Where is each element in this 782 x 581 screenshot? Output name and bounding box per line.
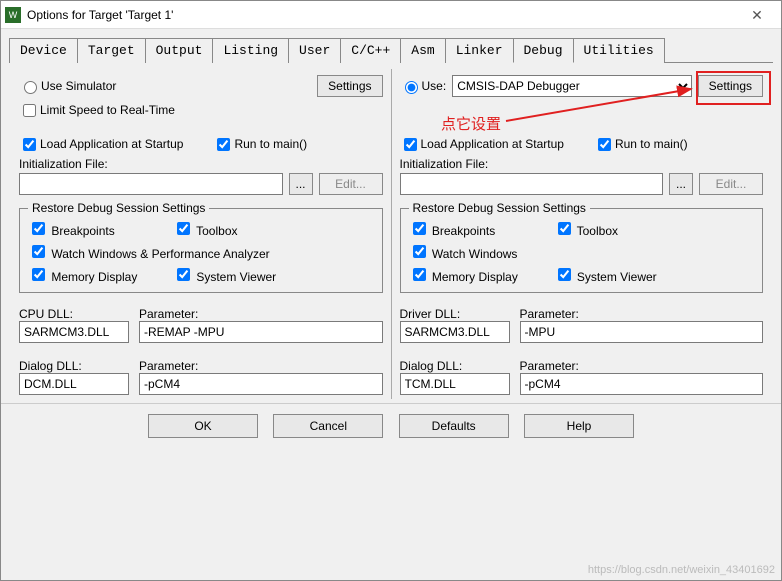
sim-breakpoints-label: Breakpoints: [51, 224, 114, 238]
cancel-button[interactable]: Cancel: [273, 414, 383, 438]
tab-listing[interactable]: Listing: [212, 38, 289, 63]
debug-panel: Use Simulator Settings Limit Speed to Re…: [1, 63, 781, 403]
hw-restore-legend: Restore Debug Session Settings: [409, 201, 590, 215]
drv-param-label: Parameter:: [520, 307, 764, 321]
limit-speed-label: Limit Speed to Real-Time: [40, 103, 175, 117]
tabstrip: Device Target Output Listing User C/C++ …: [9, 37, 773, 63]
sim-dlg-dll-label: Dialog DLL:: [19, 359, 129, 373]
sim-restore-legend: Restore Debug Session Settings: [28, 201, 209, 215]
titlebar: W Options for Target 'Target 1' ✕: [1, 1, 781, 29]
hw-watch-check[interactable]: [413, 245, 426, 258]
tab-asm[interactable]: Asm: [400, 38, 445, 63]
sim-edit-button[interactable]: Edit...: [319, 173, 383, 195]
hw-dlg-dll-input[interactable]: [400, 373, 510, 395]
ok-button[interactable]: OK: [148, 414, 258, 438]
tab-debug[interactable]: Debug: [513, 38, 574, 63]
sim-load-startup-check[interactable]: [23, 138, 36, 151]
window: W Options for Target 'Target 1' ✕ Device…: [0, 0, 782, 581]
cpu-dll-label: CPU DLL:: [19, 307, 129, 321]
drv-param-input[interactable]: [520, 321, 764, 343]
sim-sysview-label: System Viewer: [196, 270, 276, 284]
tab-cpp[interactable]: C/C++: [340, 38, 401, 63]
hw-dlg-param-label: Parameter:: [520, 359, 764, 373]
hw-settings-button[interactable]: Settings: [698, 75, 763, 97]
sim-memory-label: Memory Display: [51, 270, 137, 284]
hw-breakpoints-label: Breakpoints: [432, 224, 495, 238]
tab-target[interactable]: Target: [77, 38, 146, 63]
sim-breakpoints-check[interactable]: [32, 222, 45, 235]
sim-watch-check[interactable]: [32, 245, 45, 258]
cpu-param-input[interactable]: [139, 321, 383, 343]
hw-edit-button[interactable]: Edit...: [699, 173, 763, 195]
app-icon: W: [5, 7, 21, 23]
hw-dlg-dll-label: Dialog DLL:: [400, 359, 510, 373]
hw-sysview-label: System Viewer: [577, 270, 657, 284]
tab-linker[interactable]: Linker: [445, 38, 514, 63]
dialog-buttons: OK Cancel Defaults Help: [1, 403, 781, 448]
hw-toolbox-check[interactable]: [558, 222, 571, 235]
defaults-button[interactable]: Defaults: [399, 414, 509, 438]
drv-dll-input[interactable]: [400, 321, 510, 343]
sim-load-startup-label: Load Application at Startup: [40, 137, 183, 151]
hw-restore-group: Restore Debug Session Settings Breakpoin…: [400, 201, 764, 293]
hw-breakpoints-check[interactable]: [413, 222, 426, 235]
sim-dlg-param-label: Parameter:: [139, 359, 383, 373]
sim-sysview-check[interactable]: [177, 268, 190, 281]
drv-dll-label: Driver DLL:: [400, 307, 510, 321]
debugger-select[interactable]: CMSIS-DAP Debugger: [452, 75, 691, 97]
limit-speed-check[interactable]: [23, 104, 36, 117]
hw-run-main-check[interactable]: [598, 138, 611, 151]
hw-browse-button[interactable]: ...: [669, 173, 693, 195]
hw-load-startup-label: Load Application at Startup: [421, 137, 564, 151]
hw-sysview-check[interactable]: [558, 268, 571, 281]
sim-dlg-dll-input[interactable]: [19, 373, 129, 395]
watermark: https://blog.csdn.net/weixin_43401692: [588, 564, 775, 576]
sim-run-main-label: Run to main(): [234, 137, 307, 151]
sim-memory-check[interactable]: [32, 268, 45, 281]
window-title: Options for Target 'Target 1': [27, 8, 737, 22]
sim-toolbox-label: Toolbox: [196, 224, 237, 238]
sim-restore-group: Restore Debug Session Settings Breakpoin…: [19, 201, 383, 293]
use-hw-label: Use:: [422, 79, 447, 93]
hw-run-main-label: Run to main(): [615, 137, 688, 151]
sim-dlg-param-input[interactable]: [139, 373, 383, 395]
sim-watch-label: Watch Windows & Performance Analyzer: [51, 247, 269, 261]
hw-watch-label: Watch Windows: [432, 247, 518, 261]
sim-init-file-label: Initialization File:: [19, 157, 383, 171]
hw-load-startup-check[interactable]: [404, 138, 417, 151]
simulator-pane: Use Simulator Settings Limit Speed to Re…: [11, 69, 392, 399]
close-button[interactable]: ✕: [737, 1, 777, 29]
hw-dlg-param-input[interactable]: [520, 373, 764, 395]
sim-toolbox-check[interactable]: [177, 222, 190, 235]
sim-init-file-input[interactable]: [19, 173, 283, 195]
help-button[interactable]: Help: [524, 414, 634, 438]
use-simulator-label: Use Simulator: [41, 79, 116, 93]
use-simulator-radio[interactable]: [24, 81, 37, 94]
cpu-param-label: Parameter:: [139, 307, 383, 321]
tab-utilities[interactable]: Utilities: [573, 38, 665, 63]
use-hw-radio[interactable]: [405, 81, 418, 94]
tab-device[interactable]: Device: [9, 38, 78, 63]
sim-run-main-check[interactable]: [217, 138, 230, 151]
cpu-dll-input[interactable]: [19, 321, 129, 343]
hw-init-file-label: Initialization File:: [400, 157, 764, 171]
hw-toolbox-label: Toolbox: [577, 224, 618, 238]
hw-memory-check[interactable]: [413, 268, 426, 281]
sim-browse-button[interactable]: ...: [289, 173, 313, 195]
tab-output[interactable]: Output: [145, 38, 214, 63]
hw-memory-label: Memory Display: [432, 270, 518, 284]
annotation-text: 点它设置: [441, 113, 501, 134]
sim-settings-button[interactable]: Settings: [317, 75, 382, 97]
tab-user[interactable]: User: [288, 38, 341, 63]
hw-init-file-input[interactable]: [400, 173, 664, 195]
